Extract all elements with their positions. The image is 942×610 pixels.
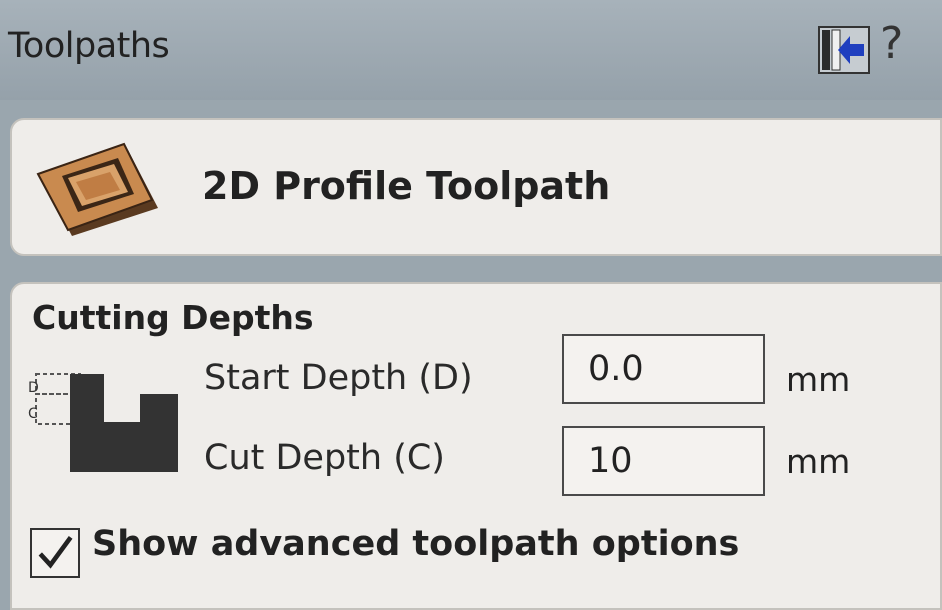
start-depth-input[interactable]	[562, 334, 765, 404]
pin-panel-icon[interactable]	[818, 26, 870, 74]
help-button[interactable]: ?	[880, 18, 903, 69]
cutting-depth-diagram-icon: D C	[28, 373, 178, 472]
cutting-depths-group: Cutting Depths D C Start Depth (D) mm Cu…	[10, 282, 942, 610]
toolpath-header: 2D Profile Toolpath	[10, 118, 942, 256]
cut-depth-input[interactable]	[562, 426, 765, 496]
start-depth-unit: mm	[786, 360, 851, 399]
advanced-options-checkbox[interactable]	[30, 528, 80, 578]
cutting-depths-title: Cutting Depths	[32, 298, 314, 337]
toolpath-title: 2D Profile Toolpath	[202, 164, 611, 208]
cut-depth-unit: mm	[786, 442, 851, 481]
cut-depth-label: Cut Depth (C)	[204, 438, 445, 478]
profile-toolpath-icon	[36, 142, 158, 236]
panel-titlebar: Toolpaths ?	[0, 0, 942, 100]
start-depth-label: Start Depth (D)	[204, 358, 473, 398]
panel-title: Toolpaths	[8, 26, 170, 66]
diagram-label-c: C	[28, 406, 38, 422]
diagram-label-d: D	[28, 380, 39, 396]
advanced-options-label: Show advanced toolpath options	[92, 524, 740, 564]
